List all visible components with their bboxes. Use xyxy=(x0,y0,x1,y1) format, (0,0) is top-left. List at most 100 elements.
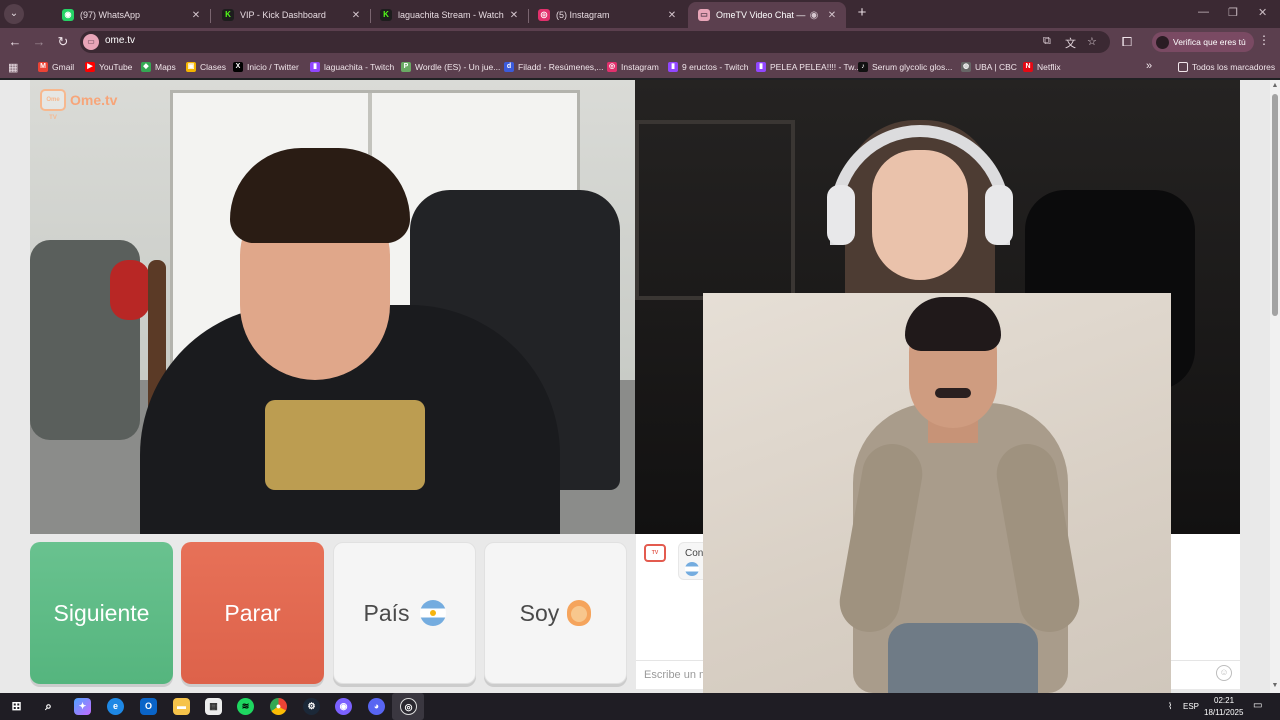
more-menu-icon[interactable]: ⋮ xyxy=(1258,33,1270,47)
scrollbar-thumb[interactable] xyxy=(1272,94,1278,316)
obs-icon[interactable]: ◉ xyxy=(335,698,352,715)
windows-start-icon[interactable]: ⊞ xyxy=(8,698,25,715)
maps-icon: ◆ xyxy=(141,62,151,72)
bookmark-netflix[interactable]: N Netflix xyxy=(1023,60,1061,74)
language-indicator[interactable]: ESP xyxy=(1183,702,1199,711)
bookmark-gmail[interactable]: M Gmail xyxy=(38,60,74,74)
profile-button[interactable]: Verifica que eres tú xyxy=(1152,32,1254,52)
wordle-icon: P xyxy=(401,62,411,72)
cast-icon[interactable]: ⧉ xyxy=(1043,35,1051,48)
bookmark-twitch-laguachita[interactable]: ▮ laguachita - Twitch xyxy=(310,60,394,74)
ometv-app-icon[interactable]: ◎ xyxy=(400,698,417,715)
bookmark-label: Inicio / Twitter xyxy=(247,62,299,72)
close-tab-icon[interactable]: ✕ xyxy=(664,10,680,21)
scroll-down-icon[interactable]: ▼ xyxy=(1271,682,1279,689)
country-button[interactable]: País xyxy=(333,542,476,684)
chat-message-text: Con xyxy=(685,548,704,559)
tab-ometv[interactable]: ▭ OmeTV Video Chat — Ome ◉ ✕ xyxy=(688,2,846,28)
woman-emoji-icon xyxy=(567,600,592,626)
network-icon[interactable]: ⌇ xyxy=(1168,701,1172,712)
stop-button[interactable]: Parar xyxy=(181,542,324,684)
folder-icon xyxy=(1178,62,1188,72)
discord-icon[interactable]: ◕ xyxy=(368,698,385,715)
notification-icon[interactable]: ▭ xyxy=(1253,700,1262,711)
edge-icon[interactable]: e xyxy=(107,698,124,715)
bookmark-youtube[interactable]: ▶ YouTube xyxy=(85,60,132,74)
bookmarks-bar: ▦ M Gmail ▶ YouTube ◆ Maps ▣ Clases X Inicio … xyxy=(0,56,1280,78)
reload-icon[interactable]: ↻ xyxy=(54,33,72,51)
bookmark-twitch-pelea[interactable]: ▮ PELEA PELEA!!!! - Tw... xyxy=(756,60,861,74)
search-icon[interactable]: ⌕ xyxy=(40,698,57,715)
filadd-icon: d xyxy=(504,62,514,72)
bookmark-twitch-eructos[interactable]: ▮ 9 eructos - Twitch xyxy=(668,60,748,74)
page-scrollbar[interactable]: ▲ ▼ xyxy=(1270,80,1280,693)
bookmark-filadd[interactable]: d Filadd - Resúmenes,... xyxy=(504,60,604,74)
bookmark-label: Netflix xyxy=(1037,62,1061,72)
tab-kick-stream[interactable]: K laguachita Stream - Watch Live ✕ xyxy=(370,2,529,28)
close-tab-icon[interactable]: ✕ xyxy=(824,10,840,21)
whatsapp-icon: ◉ xyxy=(62,9,74,21)
gender-button[interactable]: Soy xyxy=(484,542,627,684)
scroll-up-icon[interactable]: ▲ xyxy=(1271,82,1279,89)
bookmark-uba[interactable]: ◍ UBA | CBC xyxy=(961,60,1017,74)
chrome-icon[interactable]: ● xyxy=(270,698,287,715)
clock-date[interactable]: 18/11/2025 xyxy=(1204,708,1243,717)
bookmark-clases[interactable]: ▣ Clases xyxy=(186,60,226,74)
bookmark-twitter[interactable]: X Inicio / Twitter xyxy=(233,60,299,74)
bookmark-label: Clases xyxy=(200,62,226,72)
steam-icon[interactable]: ⚙ xyxy=(303,698,320,715)
country-button-label: País xyxy=(363,599,410,626)
tab-instagram[interactable]: ◎ (5) Instagram ✕ xyxy=(528,2,686,28)
stop-button-label: Parar xyxy=(224,599,281,626)
site-info-icon[interactable]: ▭ xyxy=(83,34,99,50)
restore-icon[interactable]: ❐ xyxy=(1228,6,1238,19)
bookmark-maps[interactable]: ◆ Maps xyxy=(141,60,176,74)
copilot-icon[interactable]: ✦ xyxy=(74,698,91,715)
address-bar[interactable]: ▭ ome.tv ⧉ 文 ☆ xyxy=(80,31,1110,53)
close-tab-icon[interactable]: ✕ xyxy=(348,10,364,21)
bookmark-label: Instagram xyxy=(621,62,659,72)
new-tab-icon[interactable]: + xyxy=(853,4,871,22)
kick-icon: K xyxy=(380,9,392,21)
more-bookmarks-icon[interactable]: » xyxy=(1146,60,1152,72)
minimize-icon[interactable]: — xyxy=(1198,6,1209,18)
next-button[interactable]: Siguiente xyxy=(30,542,173,684)
tab-whatsapp[interactable]: ◉ (97) WhatsApp ✕ xyxy=(52,2,211,28)
url-text: ome.tv xyxy=(105,35,136,46)
bookmark-wordle[interactable]: P Wordle (ES) - Un jue... xyxy=(401,60,500,74)
headphones-cup-right xyxy=(985,185,1013,245)
outlook-icon[interactable]: O xyxy=(140,698,157,715)
bookmark-instagram[interactable]: ◎ Instagram xyxy=(607,60,659,74)
extensions-icon[interactable]: ⧠ xyxy=(1118,33,1136,51)
clock-time[interactable]: 02:21 xyxy=(1214,696,1234,705)
close-window-icon[interactable]: ✕ xyxy=(1258,6,1267,19)
local-user-shirt-print xyxy=(265,400,425,490)
all-bookmarks[interactable]: Todos los marcadores xyxy=(1178,60,1275,74)
close-tab-icon[interactable]: ✕ xyxy=(188,10,204,21)
translate-icon[interactable]: 文 xyxy=(1065,35,1076,51)
recording-icon: ◉ xyxy=(809,9,819,21)
tab-title: laguachita Stream - Watch Live xyxy=(398,10,506,20)
avatar xyxy=(1156,35,1169,49)
tab-search-icon[interactable]: ⌄ xyxy=(4,4,24,24)
back-icon[interactable]: ← xyxy=(6,33,24,51)
bookmark-label: Wordle (ES) - Un jue... xyxy=(415,62,501,72)
spotify-icon[interactable]: ≋ xyxy=(237,698,254,715)
close-tab-icon[interactable]: ✕ xyxy=(506,10,522,21)
ometv-logo[interactable]: Ome TV Ome.tv xyxy=(40,86,117,121)
bookmark-star-icon[interactable]: ☆ xyxy=(1087,35,1097,48)
video-plush-toy xyxy=(110,260,150,320)
forward-icon[interactable]: → xyxy=(30,33,48,51)
bookmark-label: Gmail xyxy=(52,62,75,72)
photo-person-hair xyxy=(905,297,1001,351)
instagram-icon: ◎ xyxy=(538,9,550,21)
tiktok-icon: ♪ xyxy=(858,62,868,72)
emoji-picker-icon[interactable]: ☺ xyxy=(1216,665,1232,681)
browser-toolbar: ← → ↻ ▭ ome.tv ⧉ 文 ☆ ⧠ Verifica que eres… xyxy=(0,28,1280,56)
bookmark-serum[interactable]: ♪ Serum glycolic glos... xyxy=(858,60,952,74)
file-explorer-icon[interactable]: ▬ xyxy=(173,698,190,715)
apps-grid-icon[interactable]: ▦ xyxy=(8,61,18,74)
store-icon[interactable]: ▦ xyxy=(205,698,222,715)
tab-kick-dashboard[interactable]: K VIP - Kick Dashboard ✕ xyxy=(212,2,371,28)
overlay-photo xyxy=(703,293,1171,720)
